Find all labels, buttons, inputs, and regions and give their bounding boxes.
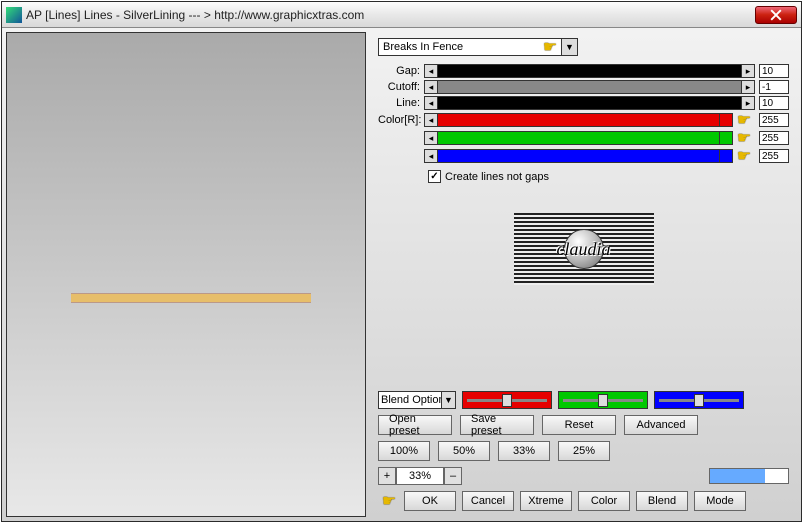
color-b-value[interactable]: 255 (759, 149, 789, 163)
titlebar[interactable]: AP [Lines] Lines - SilverLining --- > ht… (2, 2, 801, 28)
color-r-slider[interactable] (438, 113, 719, 127)
zoom-value: 33% (396, 467, 444, 485)
progress-fill (710, 469, 765, 483)
zoom-33-button[interactable]: 33% (498, 441, 550, 461)
blend-combo[interactable]: Blend Options ▼ (378, 391, 456, 409)
zoom-out-button[interactable]: – (444, 467, 462, 485)
color-b-row: ◂ 255 (378, 148, 789, 164)
line-slider[interactable] (438, 96, 741, 110)
blend-row: Blend Options ▼ (378, 391, 789, 409)
close-button[interactable] (755, 6, 797, 24)
pointer-icon (733, 112, 755, 128)
color-g-value[interactable]: 255 (759, 131, 789, 145)
color-r-dec-button[interactable]: ◂ (424, 113, 438, 127)
create-lines-row: ✓ Create lines not gaps (428, 170, 789, 183)
blend-button[interactable]: Blend (636, 491, 688, 511)
dialog-buttons-row: OK Cancel Xtreme Color Blend Mode (378, 491, 789, 511)
create-lines-label: Create lines not gaps (445, 171, 549, 183)
preset-combo[interactable]: Breaks In Fence ▼ (378, 38, 578, 56)
blend-combo-label: Blend Options (381, 394, 441, 406)
ok-button[interactable]: OK (404, 491, 456, 511)
window-title: AP [Lines] Lines - SilverLining --- > ht… (26, 8, 755, 22)
color-g-inc-button[interactable] (719, 131, 733, 145)
chevron-down-icon[interactable]: ▼ (561, 39, 577, 55)
preset-combo-label: Breaks In Fence (383, 41, 539, 53)
color-g-slider[interactable] (438, 131, 719, 145)
blend-blue-slider[interactable] (654, 391, 744, 409)
pointer-icon (733, 130, 755, 146)
color-g-row: ◂ 255 (378, 130, 789, 146)
line-value[interactable]: 10 (759, 96, 789, 110)
close-icon (770, 9, 782, 21)
color-button[interactable]: Color (578, 491, 630, 511)
mode-button[interactable]: Mode (694, 491, 746, 511)
logo-text: claudia (557, 239, 611, 260)
blend-green-slider[interactable] (558, 391, 648, 409)
line-row: Line: ◂ ▸ 10 (378, 96, 789, 110)
app-icon (6, 7, 22, 23)
gap-label: Gap: (378, 65, 424, 77)
cutoff-value[interactable]: -1 (759, 80, 789, 94)
zoom-in-button[interactable]: + (378, 467, 396, 485)
line-label: Line: (378, 97, 424, 109)
pointer-icon (733, 148, 755, 164)
save-preset-button[interactable]: Save preset (460, 415, 534, 435)
dialog-body: Breaks In Fence ▼ Gap: ◂ ▸ 10 Cutoff: (2, 28, 801, 521)
cutoff-slider[interactable] (438, 80, 741, 94)
gap-row: Gap: ◂ ▸ 10 (378, 64, 789, 78)
cutoff-label: Cutoff: (378, 81, 424, 93)
zoom-100-button[interactable]: 100% (378, 441, 430, 461)
color-g-dec-button[interactable]: ◂ (424, 131, 438, 145)
cutoff-dec-button[interactable]: ◂ (424, 80, 438, 94)
xtreme-button[interactable]: Xtreme (520, 491, 572, 511)
color-r-row: Color[R]: ◂ 255 (378, 112, 789, 128)
color-b-inc-button[interactable] (719, 149, 733, 163)
gap-value[interactable]: 10 (759, 64, 789, 78)
chevron-down-icon[interactable]: ▼ (441, 392, 455, 408)
color-b-slider[interactable] (438, 149, 719, 163)
gap-slider[interactable] (438, 64, 741, 78)
logo: claudia (514, 213, 654, 285)
color-r-label: Color[R]: (378, 114, 424, 126)
color-b-dec-button[interactable]: ◂ (424, 149, 438, 163)
line-dec-button[interactable]: ◂ (424, 96, 438, 110)
cutoff-inc-button[interactable]: ▸ (741, 80, 755, 94)
gap-inc-button[interactable]: ▸ (741, 64, 755, 78)
zoom-presets-row: 100% 50% 33% 25% (378, 441, 789, 461)
line-inc-button[interactable]: ▸ (741, 96, 755, 110)
reset-button[interactable]: Reset (542, 415, 616, 435)
cancel-button[interactable]: Cancel (462, 491, 514, 511)
preview-pane (6, 32, 366, 517)
gap-dec-button[interactable]: ◂ (424, 64, 438, 78)
color-r-value[interactable]: 255 (759, 113, 789, 127)
cutoff-row: Cutoff: ◂ ▸ -1 (378, 80, 789, 94)
create-lines-checkbox[interactable]: ✓ (428, 170, 441, 183)
zoom-50-button[interactable]: 50% (438, 441, 490, 461)
progress-bar (709, 468, 789, 484)
controls-pane: Breaks In Fence ▼ Gap: ◂ ▸ 10 Cutoff: (370, 32, 797, 517)
color-r-inc-button[interactable] (719, 113, 733, 127)
blend-red-slider[interactable] (462, 391, 552, 409)
preview-line (71, 293, 311, 303)
open-preset-button[interactable]: Open preset (378, 415, 452, 435)
dialog-window: AP [Lines] Lines - SilverLining --- > ht… (1, 1, 802, 522)
pointer-icon (539, 39, 561, 55)
advanced-button[interactable]: Advanced (624, 415, 698, 435)
zoom-25-button[interactable]: 25% (558, 441, 610, 461)
preset-buttons-row: Open preset Save preset Reset Advanced (378, 415, 789, 435)
pointer-icon (378, 493, 400, 509)
zoom-stepper-row: + 33% – (378, 467, 789, 485)
